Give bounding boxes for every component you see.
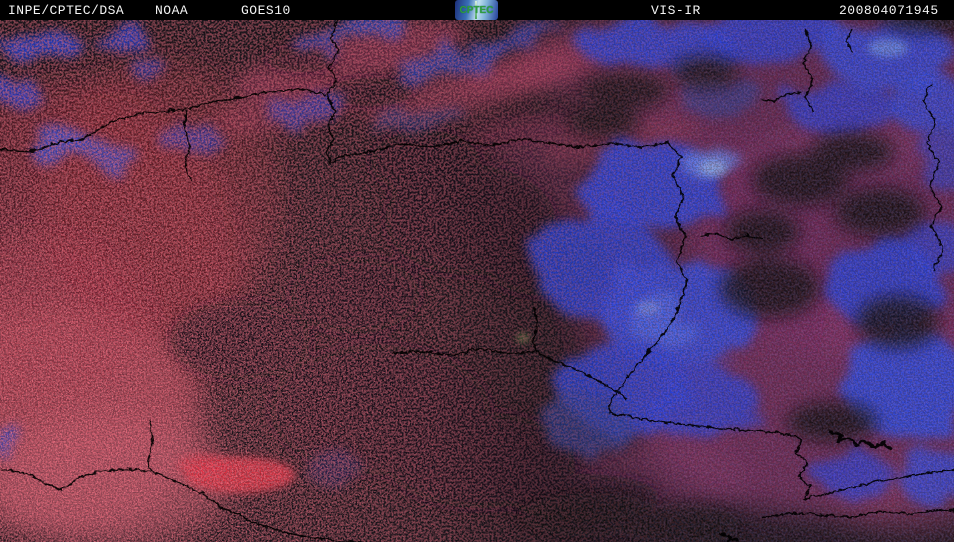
timestamp-label: 200804071945 bbox=[839, 3, 939, 18]
satellite-label: GOES10 bbox=[241, 3, 291, 18]
agency-label: INPE/CPTEC/DSA bbox=[8, 3, 125, 18]
satellite-image bbox=[0, 20, 954, 542]
satellite-viewer: INPE/CPTEC/DSA NOAA GOES10 CPTEC VIS-IR … bbox=[0, 0, 954, 542]
cptec-logo-text: CPTEC bbox=[459, 4, 494, 16]
product-label: VIS-IR bbox=[651, 3, 701, 18]
cptec-logo: CPTEC bbox=[455, 0, 498, 20]
header-bar: INPE/CPTEC/DSA NOAA GOES10 CPTEC VIS-IR … bbox=[0, 0, 954, 20]
dark-grain-layer bbox=[0, 20, 954, 542]
operator-label: NOAA bbox=[155, 3, 189, 18]
